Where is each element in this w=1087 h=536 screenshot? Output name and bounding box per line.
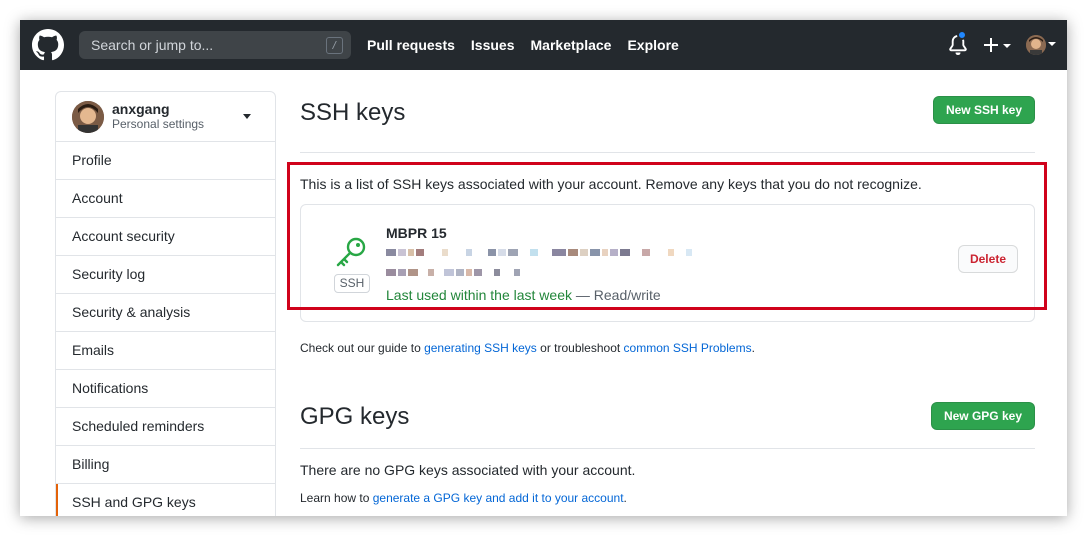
ssh-key-item: SSH MBPR 15 Last used within the last we… — [300, 204, 1035, 322]
ssh-guide-text: Check out our guide to generating SSH ke… — [300, 341, 755, 355]
sidebar-item-profile[interactable]: Profile — [56, 142, 275, 180]
gpg-section-title: GPG keys — [300, 403, 410, 430]
nav-explore[interactable]: Explore — [627, 37, 678, 53]
gpg-section-header: GPG keys New GPG key — [300, 387, 1035, 449]
search-input[interactable] — [79, 37, 309, 53]
gpg-learn-text: Learn how to generate a GPG key and add … — [300, 491, 627, 505]
new-ssh-key-button[interactable]: New SSH key — [932, 96, 1035, 124]
sidebar-item-account-security[interactable]: Account security — [56, 218, 275, 256]
ssh-key-access: — Read/write — [572, 287, 661, 303]
top-header: / Pull requests Issues Marketplace Explo… — [20, 20, 1067, 70]
new-gpg-key-button[interactable]: New GPG key — [930, 402, 1035, 430]
sidebar-item-account[interactable]: Account — [56, 180, 275, 218]
user-avatar-icon[interactable] — [1026, 35, 1046, 55]
learn-prefix: Learn how to — [300, 491, 373, 505]
search-box[interactable]: / — [79, 31, 351, 59]
gpg-empty-text: There are no GPG keys associated with yo… — [300, 462, 636, 478]
browser-window: / Pull requests Issues Marketplace Explo… — [20, 20, 1067, 516]
generating-ssh-keys-link[interactable]: generating SSH keys — [424, 341, 537, 355]
ssh-key-name: MBPR 15 — [386, 225, 447, 241]
nav-pull-requests[interactable]: Pull requests — [367, 37, 455, 53]
nav-issues[interactable]: Issues — [471, 37, 515, 53]
avatar — [72, 100, 104, 133]
ssh-key-fingerprint-redacted — [386, 249, 694, 256]
generate-gpg-key-link[interactable]: generate a GPG key and add it to your ac… — [373, 491, 624, 505]
sidebar-item-ssh-gpg-keys[interactable]: SSH and GPG keys — [56, 484, 275, 516]
ssh-key-usage: Last used within the last week — Read/wr… — [386, 287, 661, 303]
sidebar-item-security-log[interactable]: Security log — [56, 256, 275, 294]
ssh-section-title: SSH keys — [300, 99, 406, 126]
profile-username: anxgang — [112, 101, 170, 117]
notification-dot — [957, 30, 967, 40]
learn-suffix: . — [623, 491, 627, 505]
key-icon — [336, 237, 366, 267]
main-content: SSH keys New SSH key This is a list of S… — [300, 91, 1035, 505]
ssh-type-label: SSH — [334, 274, 370, 293]
sidebar-item-scheduled-reminders[interactable]: Scheduled reminders — [56, 408, 275, 446]
ssh-key-last-used: Last used within the last week — [386, 287, 572, 303]
main-nav: Pull requests Issues Marketplace Explore — [367, 20, 695, 70]
plus-dropdown-icon[interactable] — [983, 34, 1013, 56]
sidebar-item-security-analysis[interactable]: Security & analysis — [56, 294, 275, 332]
common-ssh-problems-link[interactable]: common SSH Problems — [624, 341, 752, 355]
github-logo-icon[interactable] — [32, 29, 64, 61]
nav-marketplace[interactable]: Marketplace — [531, 37, 612, 53]
sidebar-profile-header[interactable]: anxgang Personal settings — [56, 92, 275, 142]
sidebar-item-notifications[interactable]: Notifications — [56, 370, 275, 408]
sidebar-item-billing[interactable]: Billing — [56, 446, 275, 484]
ssh-key-fingerprint-redacted-2 — [386, 269, 522, 276]
ssh-intro-text: This is a list of SSH keys associated wi… — [300, 176, 922, 192]
ssh-section-header: SSH keys New SSH key — [300, 91, 1035, 153]
settings-sidebar: anxgang Personal settings Profile Accoun… — [55, 91, 276, 516]
chevron-down-icon[interactable] — [243, 114, 251, 119]
delete-ssh-key-button[interactable]: Delete — [957, 245, 1018, 273]
search-shortcut-key: / — [326, 37, 343, 54]
guide-suffix: . — [751, 341, 755, 355]
profile-subtitle: Personal settings — [112, 117, 205, 131]
guide-prefix: Check out our guide to — [300, 341, 425, 355]
avatar-caret-icon[interactable] — [1048, 42, 1056, 46]
sidebar-item-emails[interactable]: Emails — [56, 332, 275, 370]
guide-middle: or troubleshoot — [536, 341, 624, 355]
